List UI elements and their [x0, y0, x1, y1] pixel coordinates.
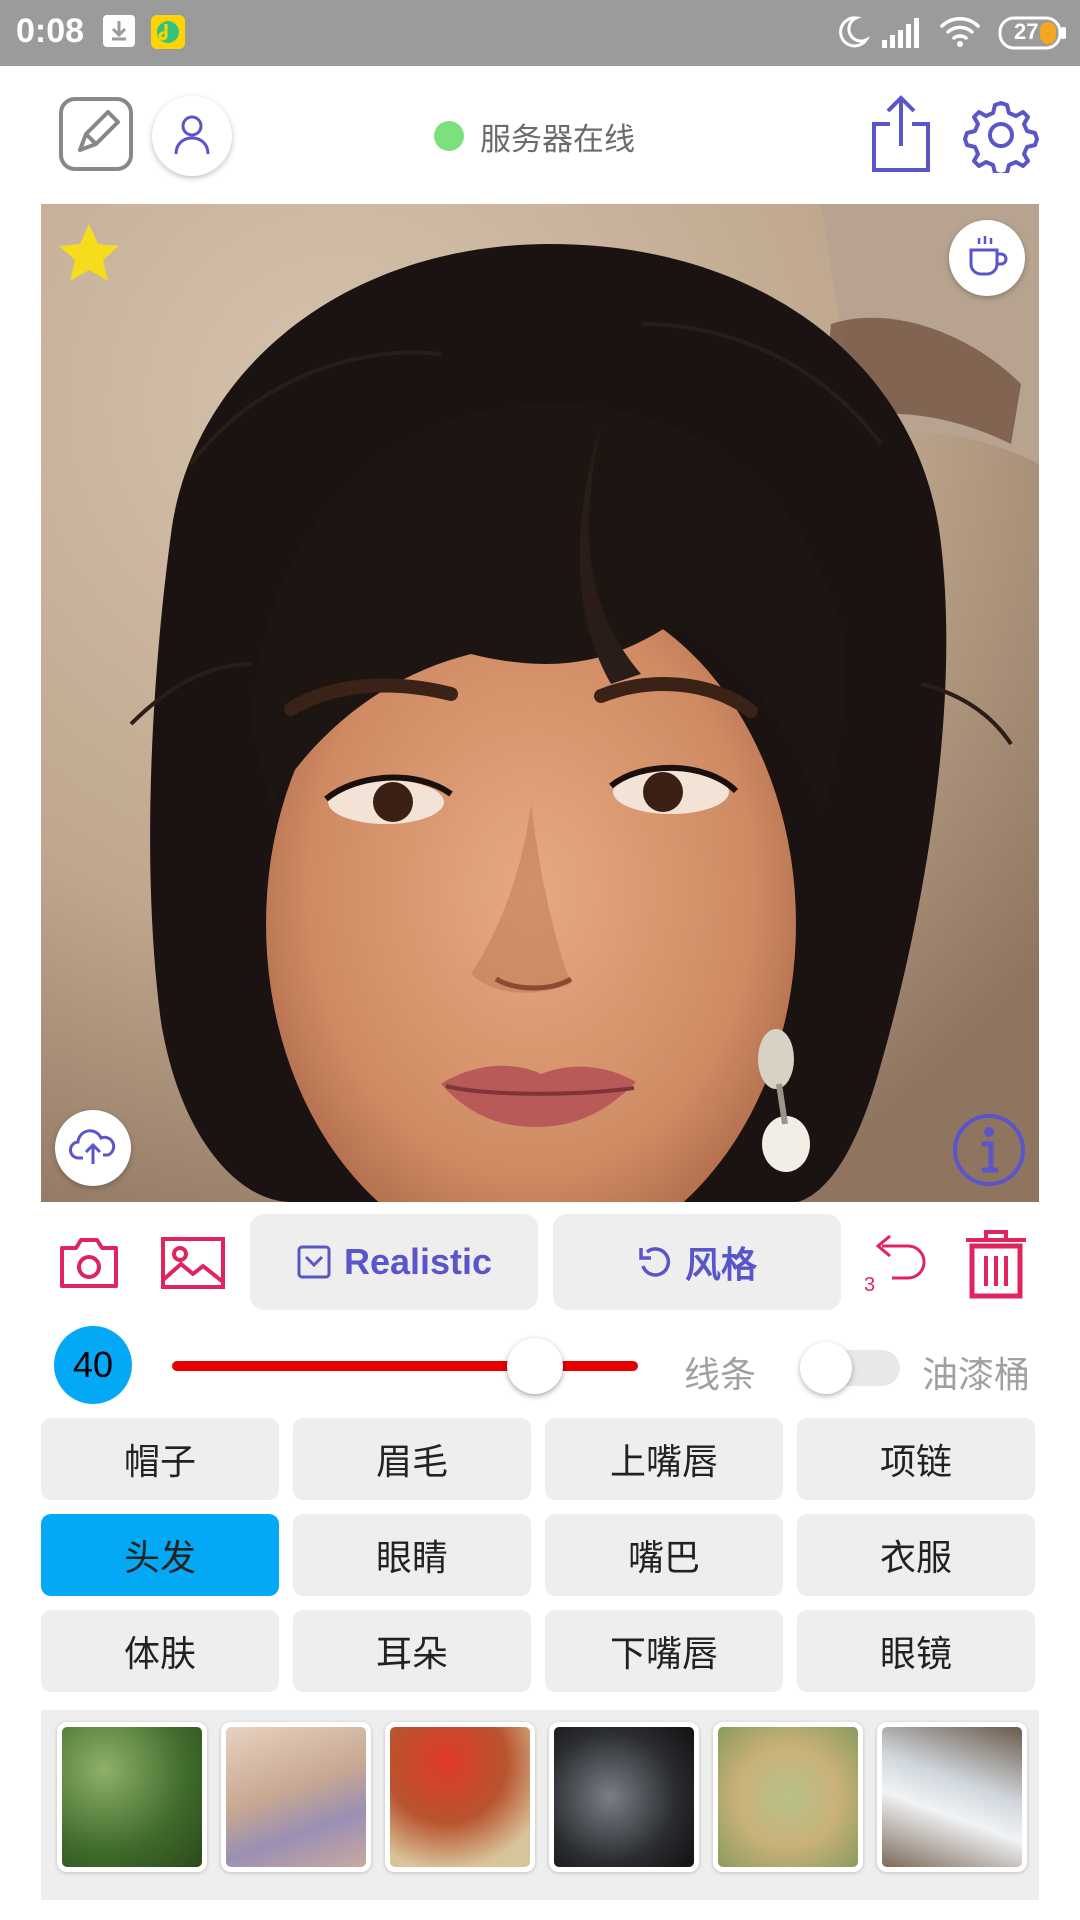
checkbox-icon [296, 1244, 332, 1280]
category-eyes[interactable]: 眼睛 [293, 1514, 531, 1596]
texture-strip [41, 1710, 1039, 1900]
status-bar: 0:08 27 [0, 0, 1080, 66]
battery-icon: 27 [998, 16, 1068, 55]
upload-icon [69, 1126, 117, 1171]
category-clothes[interactable]: 衣服 [797, 1514, 1035, 1596]
category-hair[interactable]: 头发 [41, 1514, 279, 1596]
user-button[interactable] [152, 96, 232, 176]
line-label: 线条 [684, 1354, 757, 1395]
texture-thumbnail[interactable] [221, 1722, 371, 1872]
category-necklace[interactable]: 项链 [797, 1418, 1035, 1500]
download-icon [102, 14, 136, 53]
portrait-canvas[interactable] [41, 204, 1039, 1202]
camera-icon[interactable] [58, 1236, 120, 1295]
sketch-icon [58, 96, 134, 177]
brush-size-track[interactable] [172, 1361, 638, 1371]
category-hat[interactable]: 帽子 [41, 1418, 279, 1500]
settings-button[interactable] [962, 97, 1040, 178]
category-upper-lip[interactable]: 上嘴唇 [545, 1418, 783, 1500]
category-ears[interactable]: 耳朵 [293, 1610, 531, 1692]
share-icon [868, 94, 934, 179]
user-icon [170, 112, 214, 161]
image-icon[interactable] [160, 1236, 226, 1295]
gear-icon [963, 97, 1039, 178]
realistic-button[interactable]: Realistic [250, 1214, 538, 1310]
undo-count: 3 [864, 1274, 876, 1296]
texture-thumbnail[interactable] [713, 1722, 863, 1872]
status-time: 0:08 [16, 12, 85, 50]
battery-level: 27 [1014, 19, 1039, 44]
server-status: 服务器在线 [434, 116, 635, 157]
signal-icon [880, 14, 924, 55]
category-skin[interactable]: 体肤 [41, 1610, 279, 1692]
undo-icon[interactable]: 3 [862, 1226, 932, 1301]
style-button[interactable]: 风格 [553, 1214, 841, 1310]
music-app-icon [150, 14, 186, 55]
brush-size-badge: 40 [54, 1326, 132, 1404]
texture-thumbnail[interactable] [385, 1722, 535, 1872]
moon-icon [834, 14, 871, 55]
status-dot [434, 121, 464, 151]
coffee-icon [965, 234, 1009, 283]
texture-thumbnail[interactable] [57, 1722, 207, 1872]
refresh-icon [637, 1244, 673, 1280]
server-status-label: 服务器在线 [480, 121, 635, 157]
realistic-label: Realistic [343, 1241, 493, 1282]
info-icon[interactable] [951, 1112, 1027, 1193]
share-button[interactable] [866, 94, 936, 179]
style-label: 风格 [684, 1244, 757, 1285]
brush-size-thumb[interactable] [507, 1338, 563, 1394]
texture-thumbnail[interactable] [877, 1722, 1027, 1872]
category-eyebrows[interactable]: 眉毛 [293, 1418, 531, 1500]
texture-thumbnail[interactable] [549, 1722, 699, 1872]
category-mouth[interactable]: 嘴巴 [545, 1514, 783, 1596]
wifi-icon [938, 14, 982, 55]
tool-row: Realistic 风格 3 [0, 1214, 1080, 1314]
sketch-button[interactable] [58, 96, 134, 177]
category-glasses[interactable]: 眼镜 [797, 1610, 1035, 1692]
bucket-label: 油漆桶 [922, 1354, 1031, 1395]
trash-icon[interactable] [960, 1228, 1032, 1305]
brush-row: 40 线条 油漆桶 [0, 1326, 1080, 1406]
bucket-toggle-knob[interactable] [800, 1342, 852, 1394]
portrait-image [41, 204, 1039, 1202]
category-lower-lip[interactable]: 下嘴唇 [545, 1610, 783, 1692]
coffee-button[interactable] [949, 220, 1025, 296]
upload-button[interactable] [55, 1110, 131, 1186]
star-icon[interactable] [57, 222, 121, 289]
